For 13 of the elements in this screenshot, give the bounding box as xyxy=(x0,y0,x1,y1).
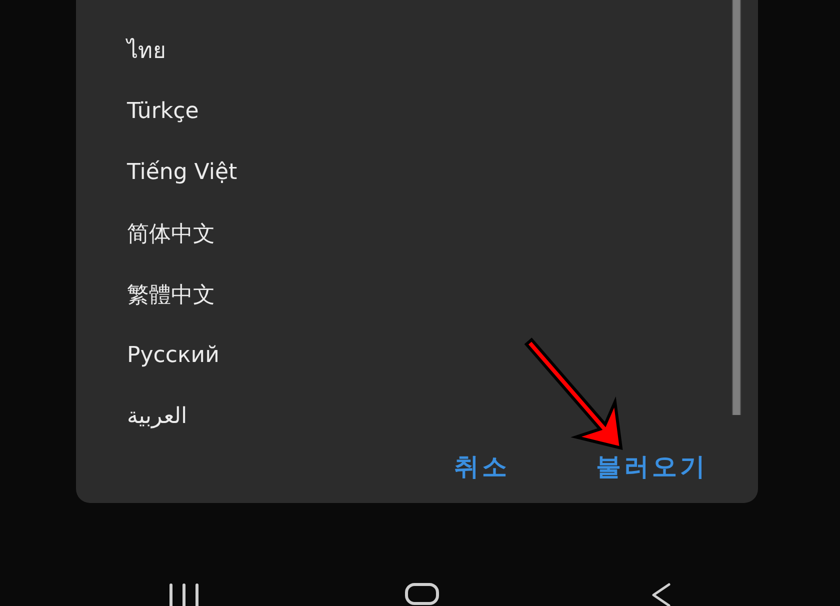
language-option[interactable]: العربية xyxy=(127,404,188,429)
back-icon[interactable] xyxy=(651,583,671,606)
language-option[interactable]: Tiếng Việt xyxy=(127,160,238,185)
language-option[interactable]: Türkçe xyxy=(127,99,199,124)
language-option[interactable]: Русский xyxy=(127,343,220,368)
language-option[interactable]: 简体中文 xyxy=(127,218,215,248)
cancel-button[interactable]: 취소 xyxy=(446,448,518,484)
home-icon[interactable] xyxy=(405,583,439,605)
language-option[interactable]: 繁體中文 xyxy=(127,280,215,310)
load-button[interactable]: 불러오기 xyxy=(588,448,716,484)
language-option[interactable]: ไทย xyxy=(127,33,166,68)
scrollbar-thumb[interactable] xyxy=(732,0,741,415)
recents-icon[interactable] xyxy=(168,583,200,606)
